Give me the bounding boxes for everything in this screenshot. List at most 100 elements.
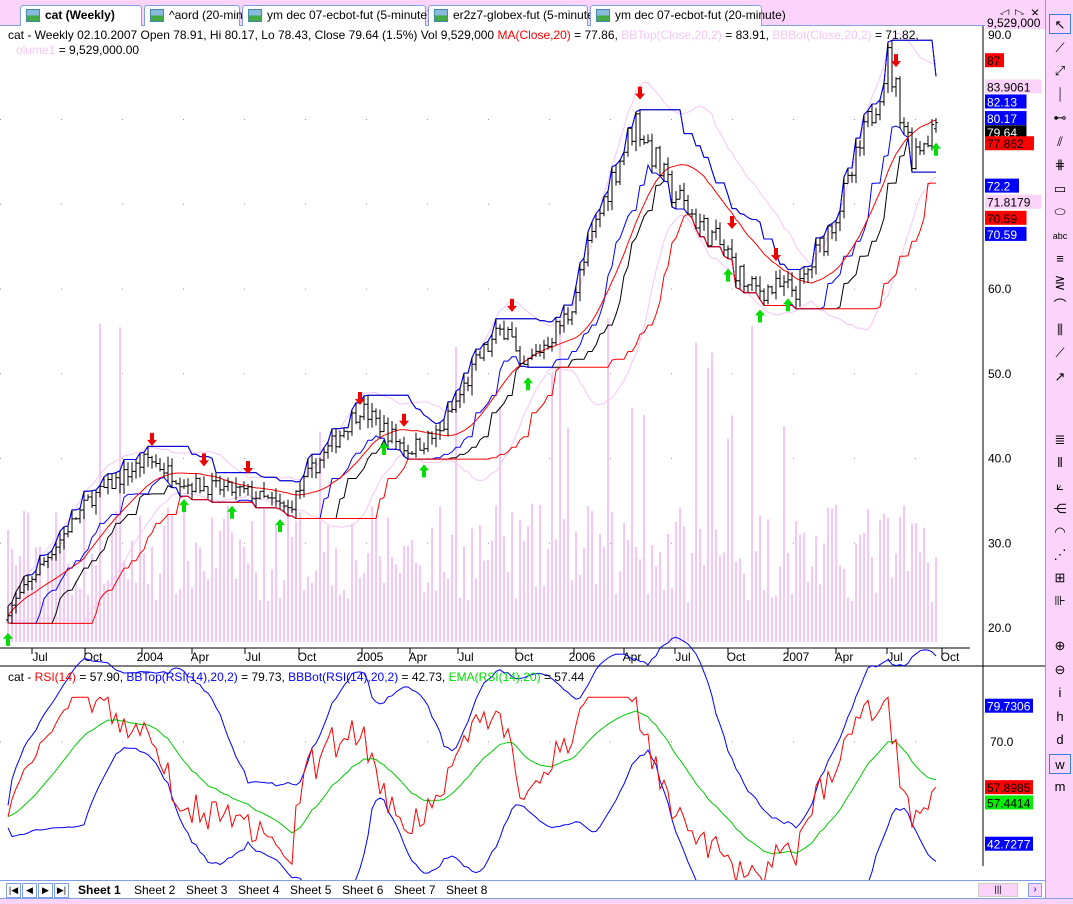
ohlc-bar	[538, 344, 542, 357]
sheet-tab-2[interactable]: Sheet 2	[130, 882, 180, 899]
interval-w-icon[interactable]: w	[1049, 753, 1071, 774]
scroll-right-button[interactable]: ›	[1028, 883, 1042, 897]
regression-icon[interactable]: ⊪	[1049, 591, 1071, 611]
ohlc-bar	[874, 107, 878, 124]
select-arrow-icon[interactable]: ↖	[1049, 14, 1071, 34]
ohlc-bar	[734, 252, 738, 288]
ma-label: MA(Close,20)	[497, 28, 571, 42]
sheet-tab-bar: |◀ ◀ ▶ ▶| Sheet 1 Sheet 2 Sheet 3 Sheet 4 Sheet …	[0, 880, 1045, 899]
first-sheet-button[interactable]: |◀	[6, 883, 21, 898]
next-sheet-button[interactable]: ▶	[38, 883, 53, 898]
ray-icon[interactable]: ⤢	[1049, 61, 1071, 81]
ellipse-icon[interactable]: ⬭	[1049, 202, 1071, 222]
ohlc-bar	[778, 269, 782, 288]
fib-retracement-icon[interactable]: ≡	[1049, 249, 1071, 269]
ohlc-bar	[426, 430, 430, 452]
zoom-out-icon[interactable]: ⊖	[1049, 660, 1071, 680]
ohlc-bar	[298, 481, 302, 500]
ohlc-bar	[342, 427, 346, 438]
sheet-tab-1[interactable]: Sheet 1	[74, 882, 125, 899]
ohlc-bar	[126, 462, 130, 486]
ohlc-bar	[110, 473, 114, 489]
sheet-tab-8[interactable]: Sheet 8	[442, 882, 492, 899]
rsi-bbtop-value: = 79.73,	[237, 670, 289, 684]
ema-value: = 57.44	[540, 670, 585, 684]
fib-arcs-icon[interactable]: ◠	[1049, 522, 1071, 542]
ohlc-bar	[62, 526, 66, 550]
channel-icon[interactable]: ⋕	[1049, 155, 1071, 175]
speed-lines-icon[interactable]: ⋰	[1049, 545, 1071, 565]
ohlc-bar	[550, 337, 554, 352]
ohlc-bar	[406, 444, 410, 460]
vertical-line-icon[interactable]: ⏐	[1049, 85, 1071, 105]
ohlc-bar	[26, 574, 30, 591]
fib-timezones-icon[interactable]: ≣	[1049, 430, 1071, 450]
sell-arrow-icon	[507, 298, 517, 312]
ohlc-bar	[114, 472, 118, 489]
ohlc-bar	[858, 140, 862, 157]
rsi-marker-label: 42.7277	[987, 838, 1031, 852]
chart-area[interactable]: Jul Oct 2004 Apr Jul Oct 2005 Apr Jul Oct 2006 Apr J…	[0, 0, 1045, 880]
zoom-in-icon[interactable]: ⊕	[1049, 636, 1071, 656]
ohlc-bar	[718, 222, 722, 246]
ohlc-bar	[310, 454, 314, 478]
arrow-tool-icon[interactable]: ↗	[1049, 367, 1071, 387]
price-tick-label: 50.0	[988, 367, 1012, 381]
parallel-lines-icon[interactable]: ⫽	[1049, 132, 1071, 152]
price-marker-label: 80.17	[987, 112, 1017, 126]
ohlc-bar	[422, 442, 426, 455]
ohlc-bar	[158, 458, 162, 472]
interval-d-icon[interactable]: d	[1049, 730, 1071, 750]
interval-i-icon[interactable]: i	[1049, 683, 1071, 703]
ohlc-bar	[810, 265, 814, 279]
interval-h-icon[interactable]: h	[1049, 707, 1071, 727]
price-marker-label: 72.2	[987, 180, 1011, 194]
rsi-marker-label: 79.7306	[987, 700, 1031, 714]
vertical-lines-icon[interactable]: ⦀	[1049, 453, 1071, 473]
ohlc-bar	[46, 554, 50, 569]
ohlc-bar	[906, 121, 910, 138]
x-axis-label: Oct	[298, 650, 317, 664]
zigzag-icon[interactable]: ⟋	[1049, 343, 1071, 363]
ohlc-bar	[90, 490, 94, 508]
sheet-tab-4[interactable]: Sheet 4	[234, 882, 284, 899]
price-header: cat - Weekly 02.10.2007 Open 78.91, Hi 8…	[8, 28, 919, 42]
status-strip	[0, 898, 1073, 904]
sheet-tab-3[interactable]: Sheet 3	[182, 882, 232, 899]
ohlc-bar	[250, 480, 254, 502]
ohlc-bar	[190, 482, 194, 500]
ohlc-bar	[630, 127, 634, 146]
sheet-tab-7[interactable]: Sheet 7	[390, 882, 440, 899]
ohlc-bar	[418, 437, 422, 451]
ohlc-bar	[598, 208, 602, 228]
sheet-tab-6[interactable]: Sheet 6	[338, 882, 388, 899]
ohlc-bar	[366, 395, 370, 429]
interval-m-icon[interactable]: m	[1049, 777, 1071, 797]
text-icon[interactable]: abc	[1049, 226, 1071, 246]
sheet-tab-5[interactable]: Sheet 5	[286, 882, 336, 899]
sell-arrow-icon	[399, 413, 409, 427]
ohlc-bar	[134, 459, 138, 479]
ohlc-bar	[682, 182, 686, 209]
prev-sheet-button[interactable]: ◀	[22, 883, 37, 898]
gann-square-icon[interactable]: ⊞	[1049, 568, 1071, 588]
last-sheet-button[interactable]: ▶|	[54, 883, 69, 898]
gann-fan-icon[interactable]: ⟀	[1049, 476, 1071, 496]
andrews-icon[interactable]: ⋲	[1049, 499, 1071, 519]
x-axis-label: Jul	[32, 650, 47, 664]
ohlc-bar	[886, 42, 890, 94]
line-icon[interactable]: ⟋	[1049, 38, 1071, 58]
horizontal-line-icon[interactable]: ⊷	[1049, 108, 1071, 128]
ohlc-bar	[410, 451, 414, 455]
horizontal-scrollbar-thumb[interactable]: |||	[978, 883, 1018, 897]
ohlc-bar	[678, 184, 682, 200]
ohlc-bar	[194, 473, 198, 493]
ohlc-bar	[318, 457, 322, 474]
buy-arrow-icon	[419, 464, 429, 478]
fib-fan-icon[interactable]: ⋛	[1049, 273, 1071, 293]
rectangle-icon[interactable]: ▭	[1049, 179, 1071, 199]
ohlc-bar	[202, 476, 206, 492]
rsi-header: cat - RSI(14) = 57.90, BBTop(RSI(14),20,…	[8, 670, 584, 684]
arc-icon[interactable]: ⌒	[1049, 296, 1071, 316]
cycle-lines-icon[interactable]: ⫼	[1049, 320, 1071, 340]
